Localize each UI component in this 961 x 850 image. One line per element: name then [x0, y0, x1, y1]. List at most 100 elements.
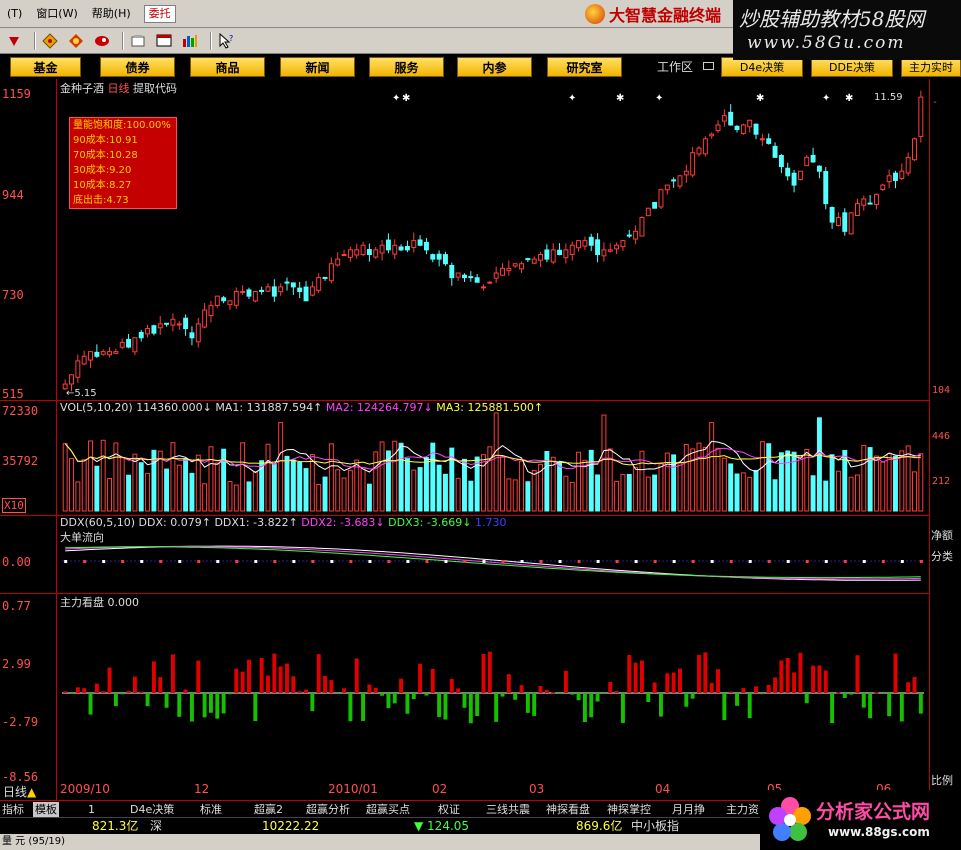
tab-shentan-control[interactable]: 神探掌控	[607, 802, 651, 817]
ddx-bar	[159, 560, 163, 563]
tab-d4e[interactable]: D4e决策	[130, 802, 174, 817]
chart-icon[interactable]	[180, 31, 200, 51]
nav-research[interactable]: 研究室	[547, 57, 622, 77]
ddx-bar	[482, 560, 486, 563]
ddx-bar	[368, 560, 372, 563]
mainforce-bar	[563, 670, 568, 693]
period-indicator[interactable]: 日线▲	[3, 783, 36, 800]
tab-chaoying-analysis[interactable]: 超赢分析	[306, 802, 350, 817]
nav-commodity[interactable]: 商品	[190, 57, 265, 77]
tab-main-force[interactable]: 主力资	[726, 802, 759, 817]
volume-bar	[715, 447, 721, 512]
diamond-icon[interactable]	[40, 31, 60, 51]
down-arrow-icon[interactable]	[4, 31, 24, 51]
mainforce-bar	[253, 693, 258, 722]
mainforce-bar	[399, 678, 404, 693]
nav-bond[interactable]: 债券	[100, 57, 175, 77]
mainforce-bar	[532, 693, 537, 716]
volume-bar	[411, 469, 417, 512]
volume-bar	[373, 451, 379, 512]
chart-area[interactable]: ✦ ✱ ✦ ✱ ✦ ✱ ✦ ✱ 1159 944 730 515 金种子酒 日线 提取代码 1…	[0, 79, 961, 800]
nav-service[interactable]: 服务	[369, 57, 444, 77]
entrust-button[interactable]: 委托	[143, 4, 176, 23]
candle-body	[328, 263, 334, 282]
mainforce-bar	[411, 693, 416, 700]
volume-bar	[797, 455, 803, 512]
ddx-bar	[178, 560, 182, 563]
nav-insider[interactable]: 内参	[457, 57, 532, 77]
menu-item-t[interactable]: (T)	[0, 4, 29, 24]
menu-item-help[interactable]: 帮助(H)	[85, 4, 138, 24]
ddx-bar	[501, 560, 505, 563]
status-market-2[interactable]: 中小板指	[631, 818, 679, 835]
volume-bar	[848, 476, 854, 512]
signal-marker: ✱	[402, 93, 410, 104]
nav-fund[interactable]: 基金	[10, 57, 81, 77]
mainforce-bar	[494, 693, 499, 722]
mail-icon[interactable]	[703, 62, 714, 70]
volume-bar	[481, 454, 486, 512]
nav-dde-decision[interactable]: DDE决策	[811, 57, 893, 77]
tab-chaoying-buypoint[interactable]: 超赢买点	[366, 802, 410, 817]
tab-shentan-watch[interactable]: 神探看盘	[546, 802, 590, 817]
volume-bar	[183, 458, 189, 512]
mainforce-bar	[278, 666, 283, 693]
tool-icon[interactable]	[128, 31, 148, 51]
vol-ma2: MA2: 124264.797↓	[325, 401, 433, 414]
tab-warrant[interactable]: 权证	[438, 802, 460, 817]
volume-bar	[582, 459, 588, 512]
candle-body	[208, 304, 214, 317]
tab-standard[interactable]: 标准	[200, 802, 222, 817]
mainforce-bar	[874, 692, 879, 694]
mainforce-bar	[101, 691, 106, 693]
tab-template[interactable]: 模板	[33, 802, 59, 817]
mainforce-bar	[766, 684, 771, 693]
mainforce-bar	[798, 652, 803, 693]
red-bird-icon[interactable]	[92, 31, 112, 51]
tab-monthly[interactable]: 月月挣	[672, 802, 705, 817]
volume-bar	[664, 452, 670, 512]
flower-logo-icon	[769, 797, 811, 841]
mainforce-bar	[639, 660, 644, 693]
candle-body	[550, 249, 556, 263]
flame-icon[interactable]	[66, 31, 86, 51]
nav-d4e-decision[interactable]: D4e决策	[721, 57, 803, 77]
tab-three-lines[interactable]: 三线共震	[486, 802, 530, 817]
help-cursor-icon[interactable]: ?	[216, 31, 236, 51]
watermark-58gu-url: www.58Gu.com	[747, 33, 906, 53]
nav-news[interactable]: 新闻	[280, 57, 355, 77]
mainforce-bar	[773, 677, 778, 693]
candle-body	[100, 351, 106, 355]
candle-body	[582, 240, 588, 247]
candle-body	[75, 360, 81, 378]
workzone-label[interactable]: 工作区	[657, 57, 693, 77]
vol-right-label-1: 446	[932, 431, 951, 442]
watermark-58gu-title: 炒股辅助教材58股网	[739, 7, 925, 31]
tab-1[interactable]: 1	[88, 802, 95, 817]
candle-body	[702, 138, 708, 155]
volume-bar	[918, 453, 924, 512]
mainforce-bar	[221, 693, 226, 714]
menu-item-window[interactable]: 窗口(W)	[29, 4, 84, 24]
volume-bar	[290, 459, 296, 512]
ddx-bar	[691, 560, 695, 563]
candle-body	[519, 263, 524, 270]
mainforce-bar	[310, 693, 315, 712]
tab-chaoying2[interactable]: 超赢2	[254, 802, 283, 817]
candle-body	[455, 272, 461, 278]
app-window: (T) 窗口(W) 帮助(H) 委托 大智慧金融终端 炒股辅助教材58股网 ww…	[0, 0, 961, 850]
nav-main-force-realtime[interactable]: 主力实时	[901, 57, 961, 77]
vol-title: VOL(5,10,20)	[60, 401, 133, 414]
candle-body	[265, 286, 271, 292]
mainforce-bar	[868, 693, 873, 719]
ddx-bar	[710, 560, 714, 563]
candle-body	[392, 244, 398, 255]
ddx-bar	[292, 560, 296, 563]
toolbar-separator	[34, 31, 36, 50]
volume-bar	[442, 473, 448, 512]
status-market-1[interactable]: 深	[150, 818, 162, 835]
ddx-bar	[64, 560, 68, 563]
extract-code-link[interactable]: 提取代码	[133, 82, 177, 95]
monitor-icon[interactable]	[154, 31, 174, 51]
tab-indicator[interactable]: 指标	[2, 802, 24, 817]
